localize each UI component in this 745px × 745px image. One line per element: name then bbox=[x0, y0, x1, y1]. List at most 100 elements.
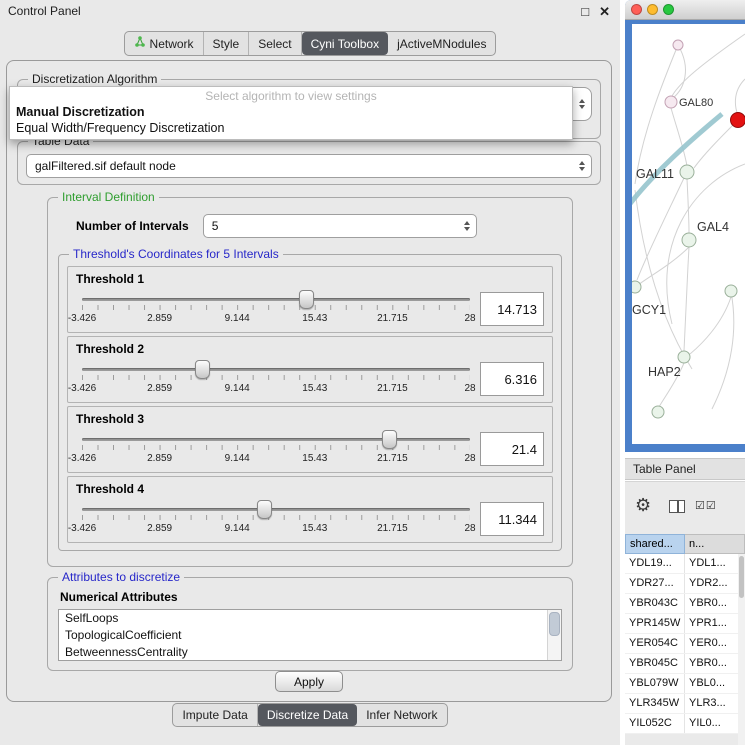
node[interactable] bbox=[725, 285, 737, 297]
table-row[interactable]: YER054CYER0... bbox=[625, 634, 745, 654]
slider-ticks bbox=[82, 305, 470, 310]
node-gal4[interactable] bbox=[682, 233, 696, 247]
tab-cyni-toolbox[interactable]: Cyni Toolbox bbox=[302, 32, 388, 55]
combo-stepper-icon bbox=[579, 161, 585, 171]
tab-discretize-data[interactable]: Discretize Data bbox=[258, 704, 357, 726]
node-table: shared... n... YDL19...YDL1... YDR27...Y… bbox=[625, 534, 745, 745]
threshold-4-panel: Threshold 4 -3.4262.8599.14415.4321.7152… bbox=[67, 476, 553, 543]
dropdown-option-equal-width[interactable]: Equal Width/Frequency Discretization bbox=[10, 120, 572, 136]
node-gcy1[interactable] bbox=[632, 281, 641, 293]
dropdown-placeholder: Select algorithm to view settings bbox=[10, 87, 572, 104]
node-selected-red[interactable] bbox=[731, 113, 745, 128]
tab-style[interactable]: Style bbox=[204, 32, 250, 55]
node-hap2[interactable] bbox=[678, 351, 690, 363]
threshold-3-value-field[interactable]: 21.4 bbox=[480, 432, 544, 466]
cell: YBL0... bbox=[685, 674, 745, 693]
bottom-tab-bar: Impute Data Discretize Data Infer Networ… bbox=[0, 703, 620, 727]
slider-track[interactable] bbox=[82, 438, 470, 441]
table-scrollbar[interactable] bbox=[738, 554, 745, 745]
slider-thumb[interactable] bbox=[257, 500, 272, 519]
app-root: Control Panel □ ✕ Network Style Select C… bbox=[0, 0, 745, 745]
close-traffic-icon[interactable] bbox=[631, 4, 642, 15]
threshold-3-panel: Threshold 3 -3.4262.8599.14415.4321.7152… bbox=[67, 406, 553, 473]
threshold-2-value-field[interactable]: 6.316 bbox=[480, 362, 544, 396]
cell: YBR0... bbox=[685, 654, 745, 673]
list-scrollbar[interactable] bbox=[547, 610, 561, 660]
slider-thumb[interactable] bbox=[195, 360, 210, 379]
table-row[interactable]: YIL052CYIL0... bbox=[625, 714, 745, 734]
tab-jactivemnodules[interactable]: jActiveMNodules bbox=[388, 32, 495, 55]
scale-label: 28 bbox=[464, 453, 475, 464]
top-tab-bar: Network Style Select Cyni Toolbox jActiv… bbox=[0, 31, 620, 56]
scale-label: 9.144 bbox=[225, 383, 250, 394]
list-item[interactable]: TopologicalCoefficient bbox=[59, 627, 561, 644]
threshold-label: Threshold 4 bbox=[76, 482, 544, 496]
list-item[interactable]: SelfLoops bbox=[59, 610, 561, 627]
combo-value: 5 bbox=[212, 219, 458, 233]
threshold-3-slider[interactable]: -3.4262.8599.14415.4321.71528 bbox=[82, 427, 470, 471]
node[interactable] bbox=[652, 406, 664, 418]
slider-track[interactable] bbox=[82, 298, 470, 301]
tab-impute-data[interactable]: Impute Data bbox=[173, 704, 257, 726]
table-row[interactable]: YDR27...YDR2... bbox=[625, 574, 745, 594]
scale-label: 15.43 bbox=[302, 313, 327, 324]
list-item[interactable]: BetweennessCentrality bbox=[59, 644, 561, 661]
table-data-combobox[interactable]: galFiltered.sif default node bbox=[26, 154, 592, 178]
slider-scale: -3.4262.8599.14415.4321.71528 bbox=[82, 313, 470, 325]
dropdown-option-manual[interactable]: Manual Discretization bbox=[10, 104, 572, 120]
threshold-2-slider[interactable]: -3.4262.8599.14415.4321.71528 bbox=[82, 357, 470, 401]
column-header-shared-name[interactable]: shared... bbox=[625, 534, 685, 554]
table-data-group: Table Data galFiltered.sif default node bbox=[17, 141, 601, 185]
node-gal80[interactable] bbox=[665, 96, 677, 108]
checkbox-icon: ☑ bbox=[695, 500, 706, 512]
number-of-intervals-combobox[interactable]: 5 bbox=[203, 214, 477, 238]
scale-label: 9.144 bbox=[225, 453, 250, 464]
threshold-label: Threshold 2 bbox=[76, 342, 544, 356]
select-columns-icons[interactable]: ☑☑ bbox=[695, 499, 717, 512]
cell: YPR145W bbox=[625, 614, 685, 633]
table-row[interactable]: YDL19...YDL1... bbox=[625, 554, 745, 574]
table-row[interactable]: YPR145WYPR1... bbox=[625, 614, 745, 634]
network-window-titlebar[interactable] bbox=[625, 0, 745, 20]
threshold-1-value-field[interactable]: 14.713 bbox=[480, 292, 544, 326]
threshold-1-slider[interactable]: -3.4262.8599.14415.4321.71528 bbox=[82, 287, 470, 331]
columns-icon[interactable] bbox=[669, 500, 685, 513]
scale-label: -3.426 bbox=[68, 523, 96, 534]
checkbox-icon: ☑ bbox=[706, 500, 717, 512]
table-row[interactable]: YBR045CYBR0... bbox=[625, 654, 745, 674]
scale-label: 21.715 bbox=[377, 453, 408, 464]
node-label: GAL11 bbox=[636, 167, 674, 181]
scale-label: 9.144 bbox=[225, 313, 250, 324]
threshold-4-slider[interactable]: -3.4262.8599.14415.4321.71528 bbox=[82, 497, 470, 541]
tab-infer-network[interactable]: Infer Network bbox=[357, 704, 446, 726]
tab-label: Impute Data bbox=[182, 708, 247, 722]
table-panel-header: Table Panel bbox=[625, 458, 745, 480]
zoom-traffic-icon[interactable] bbox=[663, 4, 674, 15]
attributes-list[interactable]: SelfLoops TopologicalCoefficient Between… bbox=[58, 609, 562, 661]
gear-icon[interactable]: ⚙ bbox=[635, 496, 651, 514]
float-window-icon[interactable]: □ bbox=[581, 5, 589, 18]
algorithm-dropdown-popup: Select algorithm to view settings Manual… bbox=[9, 86, 573, 140]
table-row[interactable]: YBR043CYBR0... bbox=[625, 594, 745, 614]
threshold-1-panel: Threshold 1 -3.4262.8599.14415.4321.7152… bbox=[67, 266, 553, 333]
tab-network[interactable]: Network bbox=[125, 32, 204, 55]
network-canvas[interactable]: GAL80 GAL11 GAL4 GCY1 HAP2 bbox=[632, 24, 745, 444]
scrollbar-thumb[interactable] bbox=[739, 556, 744, 598]
threshold-4-value-field[interactable]: 11.344 bbox=[480, 502, 544, 536]
node-label: GAL4 bbox=[697, 220, 729, 234]
tab-select[interactable]: Select bbox=[249, 32, 301, 55]
minimize-traffic-icon[interactable] bbox=[647, 4, 658, 15]
slider-track[interactable] bbox=[82, 368, 470, 371]
table-row[interactable]: YBL079WYBL0... bbox=[625, 674, 745, 694]
scale-label: 15.43 bbox=[302, 453, 327, 464]
column-header-name[interactable]: n... bbox=[685, 534, 745, 554]
node-gal11[interactable] bbox=[680, 165, 694, 179]
scrollbar-thumb[interactable] bbox=[549, 612, 560, 636]
table-row[interactable]: YLR345WYLR3... bbox=[625, 694, 745, 714]
slider-track[interactable] bbox=[82, 508, 470, 511]
slider-thumb[interactable] bbox=[382, 430, 397, 449]
close-icon[interactable]: ✕ bbox=[599, 5, 610, 18]
node[interactable] bbox=[673, 40, 683, 50]
slider-thumb[interactable] bbox=[299, 290, 314, 309]
apply-button[interactable]: Apply bbox=[275, 671, 343, 692]
